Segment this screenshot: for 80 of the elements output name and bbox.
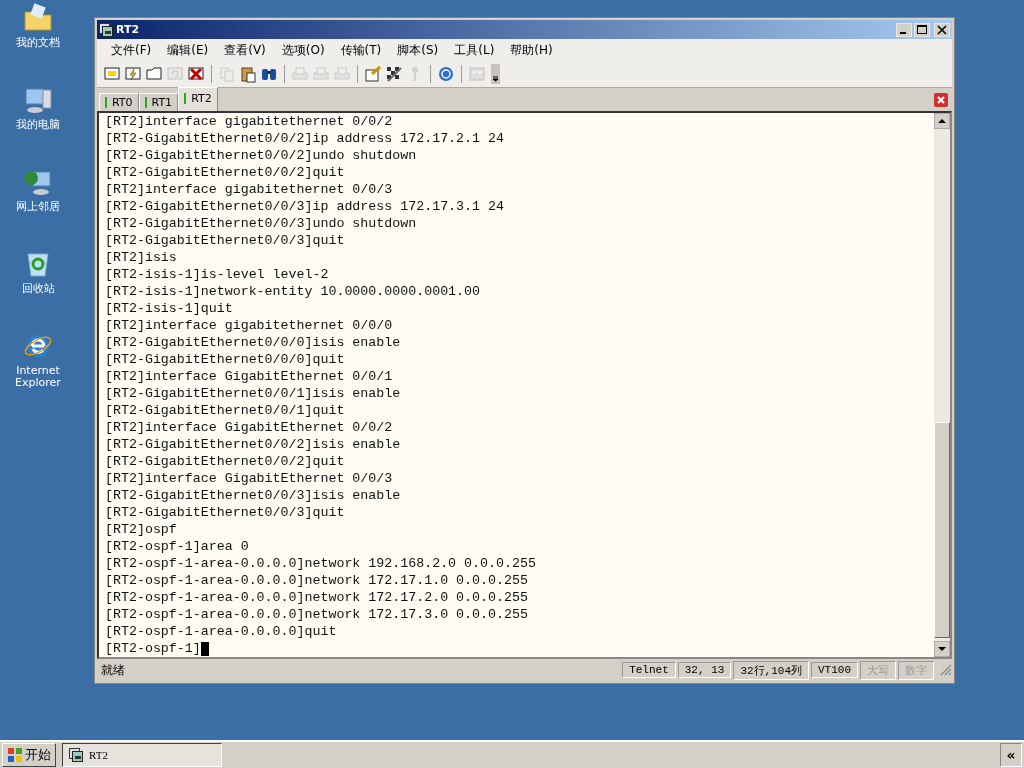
scroll-up-icon[interactable] [934, 113, 950, 129]
terminal-line: [RT2]interface GigabitEthernet 0/0/2 [105, 419, 393, 436]
terminal-line: [RT2]isis [105, 249, 177, 266]
terminal-line: [RT2-GigabitEthernet0/0/2]undo shutdown [105, 147, 417, 164]
scroll-down-icon[interactable] [934, 641, 950, 657]
menu-item[interactable]: 帮助(H) [502, 41, 561, 59]
terminal-line: [RT2-GigabitEthernet0/0/2]ip address 172.17.2.1 24 [105, 130, 504, 147]
desktop-icon-label[interactable]: 回收站 [6, 283, 70, 295]
terminal-line: [RT2-GigabitEthernet0/0/3]undo shutdown [105, 215, 417, 232]
menu-item[interactable]: 编辑(E) [159, 41, 217, 59]
status-pane: Telnet [622, 662, 676, 678]
tray-toggle-button[interactable]: « [1000, 743, 1022, 767]
menu-item[interactable]: 脚本(S) [389, 41, 447, 59]
app-icon [99, 22, 113, 37]
terminal-line: [RT2-ospf-1]area 0 [105, 538, 249, 555]
terminal-line: [RT2-GigabitEthernet0/0/2]isis enable [105, 436, 401, 453]
terminal-line: [RT2-GigabitEthernet0/0/3]quit [105, 232, 345, 249]
folder-icon[interactable] [145, 65, 163, 83]
status-pane: VT100 [811, 662, 858, 678]
menu-item[interactable]: 工具(L) [446, 41, 503, 59]
scroll-thumb[interactable] [934, 422, 950, 638]
menu-item[interactable]: 传输(T) [332, 41, 390, 59]
desktop-icon-label[interactable]: 网上邻居 [6, 201, 70, 213]
help-icon[interactable] [437, 65, 455, 83]
status-message: 就绪 [101, 661, 125, 679]
status-pane: 32, 13 [677, 662, 732, 678]
menu-item[interactable]: 选项(O) [273, 41, 333, 59]
menu-item[interactable]: 查看(V) [216, 41, 274, 59]
terminal-line: [RT2-GigabitEthernet0/0/0]isis enable [105, 334, 401, 351]
status-pane: 数字 [898, 660, 934, 680]
terminal-line: [RT2-GigabitEthernet0/0/1]isis enable [105, 385, 401, 402]
terminal-line: [RT2]interface GigabitEthernet 0/0/1 [105, 368, 393, 385]
session-tab[interactable]: RT2 [178, 87, 218, 111]
resize-grip-icon[interactable] [940, 664, 952, 676]
terminal-line: [RT2-ospf-1-area-0.0.0.0]network 172.17.3.0 0.0.0.255 [105, 606, 528, 623]
terminal-line: [RT2]ospf [105, 521, 177, 538]
terminal-line: [RT2-isis-1]quit [105, 300, 233, 317]
taskbar-button[interactable]: RT2 [62, 743, 222, 767]
terminal-line: [RT2-GigabitEthernet0/0/1]quit [105, 402, 345, 419]
close-tab-icon[interactable] [934, 93, 948, 107]
session-tab[interactable]: RT0 [99, 93, 139, 111]
terminal-line: [RT2-ospf-1-area-0.0.0.0]quit [105, 623, 337, 640]
connect-icon[interactable] [103, 65, 121, 83]
start-button[interactable]: 开始 [2, 743, 56, 767]
checkered-icon[interactable] [385, 65, 403, 83]
app-icon [69, 748, 83, 762]
status-pane: 32行,104列 [733, 660, 809, 680]
terminal-line: [RT2]interface GigabitEthernet 0/0/3 [105, 470, 393, 487]
terminal-line: [RT2-ospf-1-area-0.0.0.0]network 172.17.1.0 0.0.0.255 [105, 572, 528, 589]
terminal-line: [RT2-ospf-1-area-0.0.0.0]network 172.17.2.0 0.0.0.255 [105, 589, 528, 606]
close-icon[interactable] [934, 22, 950, 37]
terminal-line: [RT2-GigabitEthernet0/0/2]quit [105, 164, 345, 181]
toolbar-overflow-icon[interactable] [491, 64, 500, 84]
terminal-line: [RT2]interface gigabitethernet 0/0/0 [105, 317, 393, 334]
vertical-scrollbar[interactable] [934, 113, 950, 657]
terminal-line: [RT2]interface gigabitethernet 0/0/3 [105, 181, 393, 198]
terminal-line: [RT2-GigabitEthernet0/0/2]quit [105, 453, 345, 470]
maximize-icon[interactable] [914, 22, 930, 37]
window-title: RT2 [116, 23, 140, 36]
terminal-line: [RT2-GigabitEthernet0/0/3]isis enable [105, 487, 401, 504]
desktop-icon-label[interactable]: Internet Explorer [6, 365, 70, 389]
lightning-icon[interactable] [124, 65, 142, 83]
terminal-line: [RT2-GigabitEthernet0/0/3]quit [105, 504, 345, 521]
desktop-icon-label[interactable]: 我的电脑 [6, 119, 70, 131]
terminal-line: [RT2-ospf-1-area-0.0.0.0]network 192.168.2.0 0.0.0.255 [105, 555, 536, 572]
terminal-line: [RT2-isis-1]is-level level-2 [105, 266, 329, 283]
session-tab[interactable]: RT1 [138, 93, 179, 111]
terminal-line: [RT2]interface gigabitethernet 0/0/2 [105, 113, 393, 130]
text-cursor [200, 641, 209, 656]
windows-flag-icon [7, 747, 23, 763]
terminal-line: [RT2-ospf-1] [105, 640, 201, 657]
folder-icon[interactable] [22, 2, 54, 34]
minimize-icon[interactable] [896, 22, 912, 37]
desktop-icon-label[interactable]: 我的文档 [6, 37, 70, 49]
paste-icon[interactable] [239, 65, 257, 83]
disconnect-icon[interactable] [187, 65, 205, 83]
terminal-line: [RT2-isis-1]network-entity 10.0000.0000.0001.00 [105, 283, 481, 300]
menu-item[interactable]: 文件(F) [103, 41, 160, 59]
terminal-line: [RT2-GigabitEthernet0/0/3]ip address 172.17.3.1 24 [105, 198, 504, 215]
terminal-line: [RT2-GigabitEthernet0/0/0]quit [105, 351, 345, 368]
